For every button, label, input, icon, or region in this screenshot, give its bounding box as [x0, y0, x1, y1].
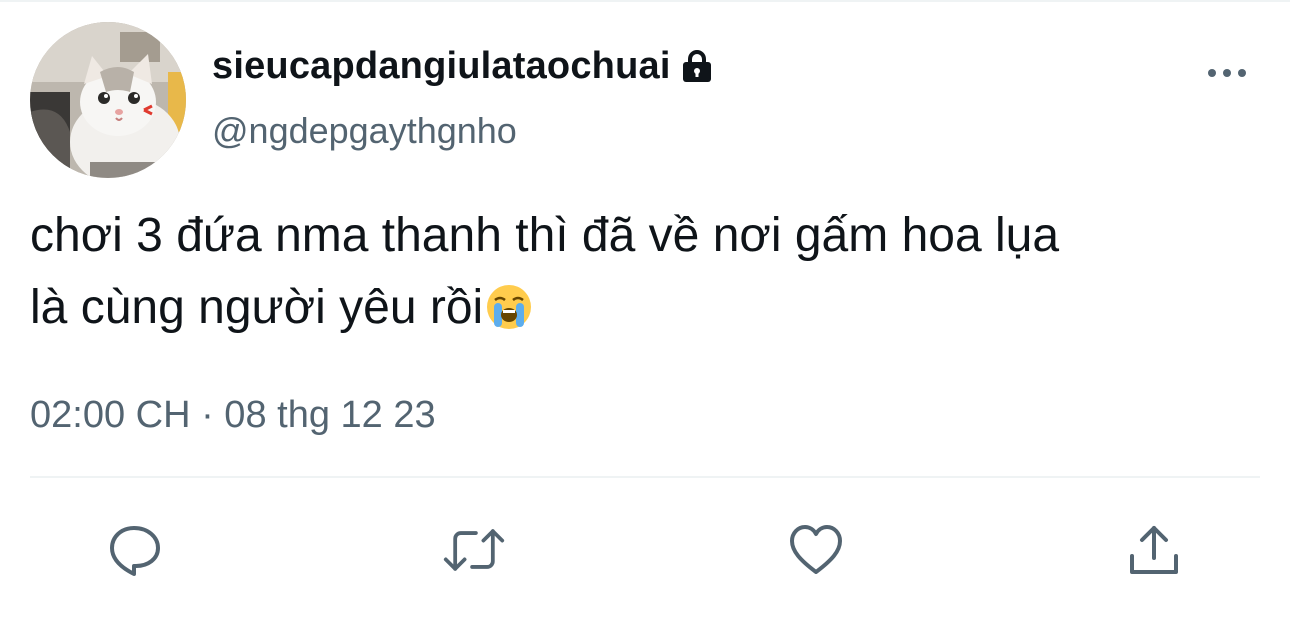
avatar[interactable] — [30, 22, 186, 178]
avatar-cat-image — [30, 22, 186, 178]
more-button[interactable] — [1204, 60, 1250, 86]
share-button[interactable] — [1122, 518, 1186, 582]
timestamp[interactable]: 02:00 CH · 08 thg 12 23 — [30, 394, 436, 437]
reply-icon — [110, 526, 160, 576]
share-icon — [1130, 526, 1178, 574]
like-button[interactable] — [784, 518, 848, 582]
tweet-text: chơi 3 đứa nma thanh thì đã về nơi gấm h… — [30, 200, 1260, 352]
more-dots-icon — [1208, 69, 1246, 77]
tweet-card[interactable]: sieucapdangiulataochuai @ngdepgaythgnho … — [0, 0, 1290, 623]
display-name[interactable]: sieucapdangiulataochuai — [212, 45, 671, 88]
retweet-icon — [443, 529, 505, 571]
lock-icon — [679, 48, 715, 84]
reply-button[interactable] — [102, 518, 166, 582]
heart-icon — [790, 525, 842, 574]
handle[interactable]: @ngdepgaythgnho — [212, 110, 517, 152]
retweet-button[interactable] — [442, 518, 506, 582]
author-row: sieucapdangiulataochuai — [212, 44, 715, 88]
tweet-text-line-1: chơi 3 đứa nma thanh thì đã về nơi gấm h… — [30, 209, 1060, 262]
crying-face-emoji-icon — [485, 280, 533, 352]
actions-divider — [30, 476, 1260, 478]
tweet-text-line-2: là cùng người yêu rồi — [30, 281, 484, 334]
